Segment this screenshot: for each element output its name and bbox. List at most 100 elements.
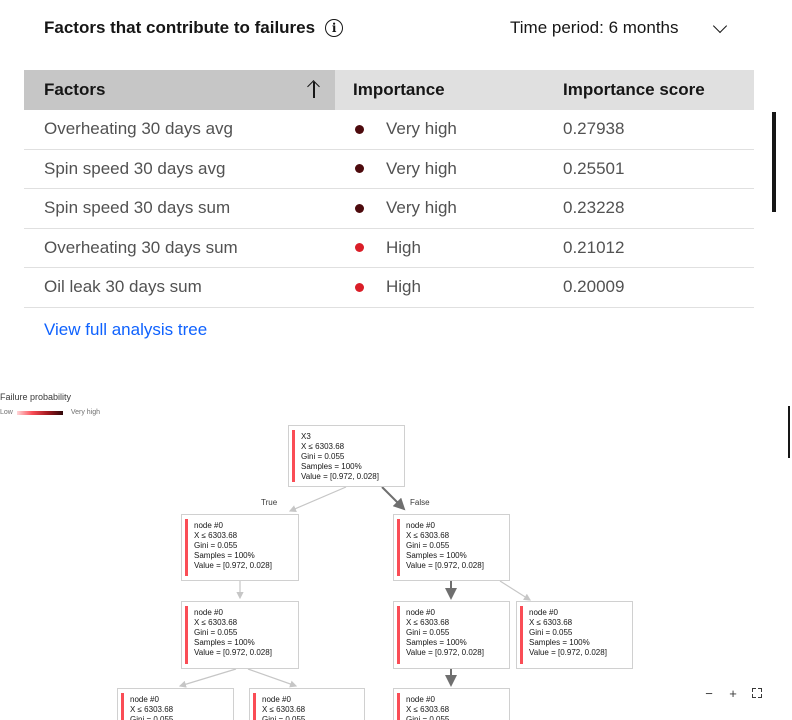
table-row[interactable]: Oil leak 30 days sum High 0.20009 — [24, 268, 754, 308]
table-row[interactable]: Overheating 30 days sum High 0.21012 — [24, 229, 754, 268]
node-gini: Gini = 0.055 — [529, 628, 573, 637]
column-header-factors-label: Factors — [44, 80, 106, 99]
tree-node[interactable]: node #0X ≤ 6303.68Gini = 0.055Samples = … — [181, 601, 299, 669]
column-header-importance-score[interactable]: Importance score — [545, 70, 754, 110]
importance-label: Very high — [386, 119, 457, 139]
node-probability-bar — [520, 606, 523, 664]
node-title: node #0 — [406, 695, 435, 704]
tree-node[interactable]: X3 X ≤ 6303.68 Gini = 0.055 Samples = 100% V… — [288, 425, 405, 487]
tree-node[interactable]: node #0X ≤ 6303.68Gini = 0.055Samples = … — [249, 688, 365, 720]
importance-cell: High — [335, 238, 545, 258]
node-split: X ≤ 6303.68 — [262, 705, 306, 714]
node-value: Value = [0.972, 0.028] — [529, 648, 607, 657]
node-content: X3 X ≤ 6303.68 Gini = 0.055 Samples = 100% V… — [301, 432, 379, 482]
legend-high-label: Very high — [70, 409, 101, 416]
factors-table: Factors Importance Importance score Over… — [24, 70, 754, 308]
node-samples: Samples = 100% — [194, 551, 255, 560]
node-split: X ≤ 6303.68 — [406, 705, 450, 714]
importance-dot — [355, 282, 364, 292]
factor-cell: Oil leak 30 days sum — [44, 277, 202, 297]
zoom-controls: − + — [697, 680, 769, 706]
edge-left-right — [247, 668, 298, 688]
node-samples: Samples = 100% — [301, 462, 362, 471]
node-gini: Gini = 0.055 — [406, 541, 450, 550]
table-body: Overheating 30 days avg Very high 0.27938 S… — [24, 110, 754, 308]
node-content: node #0X ≤ 6303.68Gini = 0.055Samples = … — [529, 608, 607, 658]
node-title: node #0 — [529, 608, 558, 617]
table-row[interactable]: Overheating 30 days avg Very high 0.27938 — [24, 110, 754, 150]
importance-cell: Very high — [335, 159, 545, 179]
node-title: node #0 — [194, 608, 223, 617]
table-scrollbar[interactable] — [772, 112, 776, 212]
importance-cell: High — [335, 277, 545, 297]
node-samples: Samples = 100% — [406, 638, 467, 647]
node-probability-bar — [253, 693, 256, 720]
node-gini: Gini = 0.055 — [262, 715, 306, 720]
node-probability-bar — [292, 430, 295, 482]
factor-cell: Spin speed 30 days avg — [44, 158, 226, 178]
time-period-label: Time period: 6 months — [510, 18, 679, 37]
fullscreen-icon — [752, 688, 762, 698]
legend-gradient — [16, 410, 63, 415]
zoom-in-button[interactable]: + — [721, 680, 745, 706]
score-cell: 0.21012 — [563, 237, 625, 257]
text-cursor — [788, 406, 790, 458]
zoom-out-button[interactable]: − — [697, 680, 721, 706]
node-probability-bar — [185, 519, 188, 576]
node-split: X ≤ 6303.68 — [529, 618, 573, 627]
tree-node[interactable]: node #0X ≤ 6303.68Gini = 0.055Samples = … — [516, 601, 633, 669]
node-split: X ≤ 6303.68 — [130, 705, 174, 714]
factors-card: Factors that contribute to failures i Ti… — [24, 0, 776, 352]
score-cell: 0.27938 — [563, 119, 625, 139]
chevron-down-icon — [712, 18, 727, 33]
column-header-factors[interactable]: Factors — [24, 70, 335, 110]
node-split: X ≤ 6303.68 — [301, 442, 345, 451]
factor-cell: Overheating 30 days avg — [44, 119, 234, 139]
node-probability-bar — [397, 693, 400, 720]
node-content: node #0X ≤ 6303.68Gini = 0.055Samples = … — [194, 608, 272, 658]
arrow-up-sort-icon[interactable] — [307, 79, 321, 99]
node-title: node #0 — [194, 521, 223, 530]
node-samples: Samples = 100% — [194, 638, 255, 647]
node-gini: Gini = 0.055 — [406, 628, 450, 637]
node-value: Value = [0.972, 0.028] — [194, 648, 272, 657]
factor-cell: Spin speed 30 days sum — [44, 198, 231, 218]
score-cell: 0.25501 — [563, 158, 625, 178]
node-content: node #0X ≤ 6303.68Gini = 0.055Samples = … — [262, 695, 340, 720]
time-period-dropdown[interactable]: Time period: 6 months — [510, 18, 727, 38]
node-probability-bar — [397, 606, 400, 664]
edge-right-side — [499, 580, 532, 601]
node-title: node #0 — [406, 521, 435, 530]
view-full-analysis-tree-link[interactable]: View full analysis tree — [44, 320, 207, 340]
node-probability-bar — [397, 519, 400, 576]
node-title: node #0 — [262, 695, 291, 704]
node-content: node #0X ≤ 6303.68Gini = 0.055Samples = … — [406, 608, 484, 658]
legend-title: Failure probability — [0, 392, 72, 402]
importance-label: High — [386, 277, 421, 297]
table-row[interactable]: Spin speed 30 days avg Very high 0.25501 — [24, 150, 754, 189]
tree-node[interactable]: node #0X ≤ 6303.68Gini = 0.055Samples = … — [181, 514, 299, 581]
importance-dot — [355, 203, 364, 213]
tree-node[interactable]: node #0X ≤ 6303.68Gini = 0.055Samples = … — [393, 601, 510, 669]
tree-node[interactable]: node #0X ≤ 6303.68Gini = 0.055Samples = … — [393, 514, 510, 581]
info-icon[interactable]: i — [325, 19, 344, 37]
legend-scale: Low Very high — [0, 409, 100, 416]
node-content: node #0X ≤ 6303.68Gini = 0.055Samples = … — [406, 521, 484, 571]
importance-label: High — [386, 237, 421, 257]
score-cell: 0.23228 — [563, 198, 625, 218]
node-split: X ≤ 6303.68 — [194, 618, 238, 627]
tree-node[interactable]: node #0X ≤ 6303.68Gini = 0.055Samples = … — [117, 688, 234, 720]
table-row[interactable]: Spin speed 30 days sum Very high 0.23228 — [24, 189, 754, 229]
card-title: Factors that contribute to failures — [44, 18, 316, 37]
score-cell: 0.20009 — [563, 277, 625, 297]
node-split: X ≤ 6303.68 — [406, 531, 450, 540]
column-header-importance[interactable]: Importance — [335, 70, 545, 110]
node-content: node #0X ≤ 6303.68Gini = 0.055Samples = … — [194, 521, 272, 571]
tree-node[interactable]: node #0X ≤ 6303.68Gini = 0.055Samples = … — [393, 688, 510, 720]
node-title: node #0 — [406, 608, 435, 617]
edge-left-left — [178, 668, 237, 688]
edge-label-false: False — [410, 498, 430, 507]
fullscreen-button[interactable] — [745, 680, 769, 706]
node-gini: Gini = 0.055 — [301, 452, 345, 461]
node-gini: Gini = 0.055 — [406, 715, 450, 720]
